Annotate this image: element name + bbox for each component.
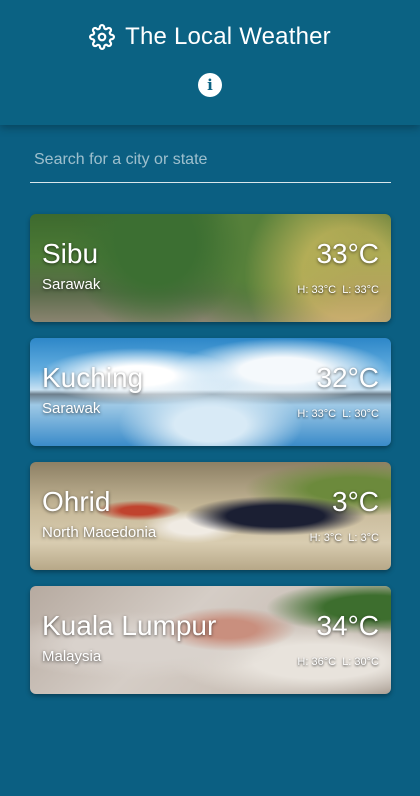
card-high: H: 33°C: [297, 408, 337, 420]
title-row: The Local Weather: [0, 20, 420, 54]
app-title: The Local Weather: [125, 23, 331, 50]
card-region: Sarawak: [42, 276, 101, 293]
search-input[interactable]: [30, 140, 391, 180]
card-low: L: 33°C: [342, 284, 379, 296]
card-city: Kuala Lumpur: [42, 610, 217, 641]
card-high-low: H: 33°C L: 33°C: [297, 284, 379, 296]
card-temperature: 3°C: [332, 486, 379, 517]
app-header: The Local Weather i: [0, 0, 420, 125]
weather-card-kuala-lumpur[interactable]: Kuala Lumpur Malaysia 34°C H: 36°C L: 30…: [30, 586, 391, 694]
card-low: L: 30°C: [342, 656, 379, 668]
weather-card-sibu[interactable]: Sibu Sarawak 33°C H: 33°C L: 33°C: [30, 214, 391, 322]
card-low: L: 3°C: [348, 532, 379, 544]
card-city: Sibu: [42, 238, 99, 269]
card-temperature: 32°C: [316, 362, 379, 393]
weather-card-kuching[interactable]: Kuching Sarawak 32°C H: 33°C L: 30°C: [30, 338, 391, 446]
card-city: Kuching: [42, 362, 144, 393]
card-high-low: H: 36°C L: 30°C: [297, 656, 379, 668]
card-high: H: 3°C: [309, 532, 343, 544]
weather-card-ohrid[interactable]: Ohrid North Macedonia 3°C H: 3°C L: 3°C: [30, 462, 391, 570]
card-high: H: 33°C: [297, 284, 337, 296]
card-high-low: H: 3°C L: 3°C: [310, 532, 379, 544]
card-high-low: H: 33°C L: 30°C: [297, 408, 379, 420]
card-temperature: 33°C: [316, 238, 379, 269]
info-icon[interactable]: i: [198, 73, 222, 97]
app: The Local Weather i Sibu Sarawak 33°C H:…: [0, 0, 420, 796]
card-high: H: 36°C: [297, 656, 337, 668]
card-city: Ohrid: [42, 486, 111, 517]
card-region: Malaysia: [42, 648, 102, 665]
card-temperature: 34°C: [316, 610, 379, 641]
card-region: Sarawak: [42, 400, 101, 417]
card-low: L: 30°C: [342, 408, 379, 420]
gear-icon[interactable]: [89, 24, 116, 50]
card-region: North Macedonia: [42, 524, 157, 541]
search-field: [30, 140, 391, 183]
